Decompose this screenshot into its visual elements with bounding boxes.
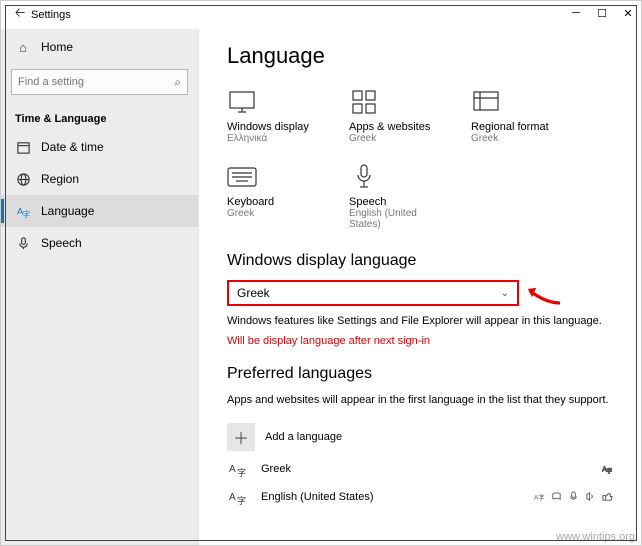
svg-text:A字: A字 [534,493,545,502]
language-feature-icons: A字 [534,491,613,502]
language-tiles: Windows display Ελληνικά Apps & websites… [227,87,613,230]
display-warning: Will be display language after next sign… [227,335,613,347]
section-preferred: Preferred languages [227,365,613,383]
apps-icon [349,87,379,117]
sidebar-item-label: Region [41,172,79,186]
window-title: Settings [31,9,71,21]
tile-value: Greek [227,208,317,219]
display-language-dropdown[interactable]: Greek ⌄ [227,280,519,306]
svg-text:字: 字 [237,495,246,506]
svg-text:字: 字 [607,467,613,474]
add-language-button[interactable]: ＋ Add a language [227,419,613,455]
svg-text:A: A [229,464,236,475]
dropdown-value: Greek [237,286,270,300]
close-icon[interactable]: ✕ [621,7,635,20]
sidebar-item-speech[interactable]: Speech [1,227,198,259]
tile-value: Ελληνικά [227,133,317,144]
keyboard-icon [227,162,257,192]
plus-icon: ＋ [227,423,255,451]
tile-name: Speech [349,196,439,208]
page-title: Language [227,43,613,69]
tile-name: Apps & websites [349,121,439,133]
annotation-arrow [526,285,562,312]
sidebar-item-datetime[interactable]: Date & time [1,131,198,163]
tile-regional-format[interactable]: Regional format Greek [471,87,561,144]
svg-text:字: 字 [237,467,246,478]
tile-value: English (United States) [349,208,439,230]
regional-icon [471,87,501,117]
microphone-icon [349,162,379,192]
sidebar-item-label: Date & time [41,140,104,154]
add-language-label: Add a language [265,431,342,443]
preferred-desc: Apps and websites will appear in the fir… [227,393,613,408]
home-icon: ⌂ [15,39,31,55]
tile-name: Regional format [471,121,561,133]
language-label: Greek [261,463,291,475]
search-icon: ⌕ [174,75,181,90]
tile-value: Greek [471,133,561,144]
globe-icon [15,171,31,187]
calendar-icon [15,139,31,155]
sidebar-item-label: Language [41,204,94,218]
language-glyph-icon: A字 [227,489,251,505]
search-input[interactable]: ⌕ [11,69,188,95]
language-feature-icons: A字 [602,463,613,474]
main-panel: Language Windows display Ελληνικά Apps &… [199,29,641,545]
language-row-greek[interactable]: A字 Greek A字 [227,455,613,483]
maximize-icon[interactable]: ☐ [595,7,609,20]
language-glyph-icon: A字 [227,461,251,477]
language-row-english[interactable]: A字 English (United States) A字 [227,483,613,511]
sidebar-item-label: Speech [41,236,82,250]
svg-text:A: A [229,492,236,503]
display-desc: Windows features like Settings and File … [227,314,613,329]
tile-name: Keyboard [227,196,317,208]
home-link[interactable]: ⌂ Home [1,33,198,61]
titlebar: 🡠 Settings [1,1,641,29]
sidebar-category: Time & Language [1,103,198,131]
minimize-icon[interactable]: ─ [569,7,583,20]
window-controls: ─ ☐ ✕ [569,7,635,20]
sidebar-item-region[interactable]: Region [1,163,198,195]
chevron-down-icon: ⌄ [501,288,509,299]
microphone-icon [15,235,31,251]
svg-text:字: 字 [22,209,30,219]
back-icon[interactable]: 🡠 [9,4,31,26]
section-display-language: Windows display language [227,252,613,270]
tile-name: Windows display [227,121,317,133]
monitor-icon [227,87,257,117]
search-field[interactable] [18,76,174,88]
watermark: www.wintips.org [556,531,635,543]
sidebar: ⌂ Home ⌕ Time & Language Date & time Reg… [1,29,199,545]
tile-windows-display[interactable]: Windows display Ελληνικά [227,87,317,144]
language-icon: A字 [15,203,31,219]
tile-keyboard[interactable]: Keyboard Greek [227,162,317,230]
home-label: Home [41,40,73,54]
language-label: English (United States) [261,491,374,503]
tile-speech[interactable]: Speech English (United States) [349,162,439,230]
sidebar-item-language[interactable]: A字 Language [1,195,198,227]
tile-apps-websites[interactable]: Apps & websites Greek [349,87,439,144]
tile-value: Greek [349,133,439,144]
